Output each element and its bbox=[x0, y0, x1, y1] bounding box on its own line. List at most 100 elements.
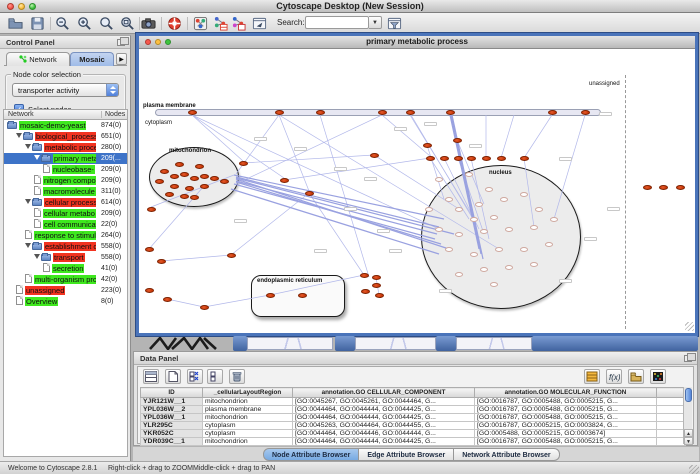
background-window-preview[interactable] bbox=[247, 337, 333, 350]
table-cell[interactable]: YJR121W__1 bbox=[141, 398, 203, 406]
network-node-selected[interactable] bbox=[170, 184, 179, 189]
tree-row[interactable]: cell communicat22(0) bbox=[4, 219, 127, 230]
network-node-selected[interactable] bbox=[180, 194, 189, 199]
network-node-selected[interactable] bbox=[643, 185, 652, 190]
network-node[interactable] bbox=[435, 227, 443, 232]
open-session-icon[interactable] bbox=[7, 15, 24, 32]
table-cell[interactable] bbox=[657, 422, 686, 430]
table-row[interactable]: YPL036W__2plasma membrane[GO:0044464, GO… bbox=[141, 406, 686, 414]
network-node[interactable] bbox=[490, 282, 498, 287]
network-node-selected[interactable] bbox=[453, 138, 462, 143]
table-cell[interactable] bbox=[657, 430, 686, 438]
network-node-selected[interactable] bbox=[170, 174, 179, 179]
table-cell[interactable]: cytoplasm bbox=[203, 430, 293, 438]
network-node-selected[interactable] bbox=[467, 156, 476, 161]
network-node[interactable] bbox=[530, 262, 538, 267]
network-node-selected[interactable] bbox=[659, 185, 668, 190]
zoom-out-icon[interactable] bbox=[54, 15, 71, 32]
expand-arrow-icon[interactable] bbox=[34, 155, 40, 160]
network-node-selected[interactable] bbox=[227, 253, 236, 258]
tree-row[interactable]: transport558(0) bbox=[4, 252, 127, 263]
network-copy-icon[interactable] bbox=[230, 15, 247, 32]
network-node[interactable] bbox=[535, 207, 543, 212]
table-row[interactable]: YDR039C__1mitochondrion[GO:0044464, GO:0… bbox=[141, 438, 686, 446]
network-node[interactable] bbox=[495, 247, 503, 252]
network-node-selected[interactable] bbox=[298, 293, 307, 298]
network-node-selected[interactable] bbox=[372, 275, 381, 280]
table-cell[interactable]: plasma membrane bbox=[203, 406, 293, 414]
network-node-selected[interactable] bbox=[454, 156, 463, 161]
tree-row[interactable]: unassigned223(0) bbox=[4, 285, 127, 296]
network-node[interactable] bbox=[520, 192, 528, 197]
table-cell[interactable]: [GO:0016787, GO:0005488, GO:0005215, G..… bbox=[475, 398, 657, 406]
tree-row[interactable]: nucleobase-209(0) bbox=[4, 164, 127, 175]
table-cell[interactable]: [GO:0044464, GO:0044444, GO:0044425, G..… bbox=[293, 414, 475, 422]
tree-row[interactable]: Overview8(0) bbox=[4, 296, 127, 307]
zoom-selected-region-icon[interactable] bbox=[98, 15, 115, 32]
network-node[interactable] bbox=[455, 272, 463, 277]
scroll-up-button[interactable]: ▲ bbox=[684, 429, 693, 437]
network-node-selected[interactable] bbox=[157, 259, 166, 264]
network-node-selected[interactable] bbox=[305, 191, 314, 196]
tree-row[interactable]: cellular metabo209(0) bbox=[4, 208, 127, 219]
table-cell[interactable]: YPL036W__2 bbox=[141, 406, 203, 414]
advanced-search-icon[interactable] bbox=[386, 15, 403, 32]
network-node-selected[interactable] bbox=[497, 156, 506, 161]
network-node-selected[interactable] bbox=[155, 179, 164, 184]
network-node[interactable] bbox=[485, 187, 493, 192]
network-node-selected[interactable] bbox=[163, 297, 172, 302]
tree-row[interactable]: macromolecule311(0) bbox=[4, 186, 127, 197]
table-row[interactable]: YLR295Ccytoplasm[GO:0045263, GO:0044464,… bbox=[141, 422, 686, 430]
table-cell[interactable]: cytoplasm bbox=[203, 422, 293, 430]
table-cell[interactable]: YPL036W__1 bbox=[141, 414, 203, 422]
expand-arrow-icon[interactable] bbox=[25, 144, 31, 149]
tab-network-attribute-browser[interactable]: Network Attribute Browser bbox=[454, 448, 559, 461]
help-icon[interactable] bbox=[166, 15, 183, 32]
network-node-selected[interactable] bbox=[370, 153, 379, 158]
network-node-selected[interactable] bbox=[440, 156, 449, 161]
network-window-titlebar[interactable]: primary metabolic process bbox=[139, 36, 695, 49]
network-node-selected[interactable] bbox=[361, 289, 370, 294]
tree-row[interactable]: cellular process614(0) bbox=[4, 197, 127, 208]
table-cell[interactable] bbox=[657, 398, 686, 406]
network-node-selected[interactable] bbox=[676, 185, 685, 190]
network-node-selected[interactable] bbox=[188, 110, 197, 115]
table-column-header[interactable]: ID bbox=[141, 388, 203, 398]
network-node-selected[interactable] bbox=[160, 169, 169, 174]
table-row[interactable]: YJR121W__1mitochondrion[GO:0045267, GO:0… bbox=[141, 398, 686, 406]
network-node-selected[interactable] bbox=[200, 305, 209, 310]
zoom-fit-icon[interactable] bbox=[119, 15, 136, 32]
background-window-preview[interactable] bbox=[456, 337, 532, 350]
table-row[interactable]: YPL036W__1mitochondrion[GO:0044464, GO:0… bbox=[141, 414, 686, 422]
table-cell[interactable]: [GO:0044464, GO:0044444, GO:0044425, G..… bbox=[293, 438, 475, 446]
table-cell[interactable]: YLR295C bbox=[141, 422, 203, 430]
network-node[interactable] bbox=[520, 247, 528, 252]
tab-network[interactable]: Network bbox=[6, 52, 70, 66]
network-node-selected[interactable] bbox=[165, 192, 174, 197]
network-node-selected[interactable] bbox=[316, 110, 325, 115]
network-node[interactable] bbox=[445, 197, 453, 202]
tree-row[interactable]: primary metabo209(... bbox=[4, 153, 127, 164]
zoom-in-icon[interactable] bbox=[76, 15, 93, 32]
network-node[interactable] bbox=[480, 229, 488, 234]
network-node-selected[interactable] bbox=[520, 156, 529, 161]
function-builder-icon[interactable]: f(x) bbox=[606, 369, 622, 384]
network-node[interactable] bbox=[480, 267, 488, 272]
network-node-selected[interactable] bbox=[482, 156, 491, 161]
tab-node-attribute-browser[interactable]: Node Attribute Browser bbox=[263, 448, 359, 461]
table-cell[interactable]: [GO:0016787, GO:0005488, GO:0005215, G..… bbox=[475, 406, 657, 414]
background-window-preview[interactable] bbox=[355, 337, 436, 350]
network-node-selected[interactable] bbox=[372, 283, 381, 288]
network-node[interactable] bbox=[505, 265, 513, 270]
background-window-edge[interactable] bbox=[532, 336, 698, 351]
network-node-selected[interactable] bbox=[145, 247, 154, 252]
table-column-header[interactable]: annotation.GO CELLULAR_COMPONENT bbox=[293, 388, 475, 398]
table-cell[interactable]: [GO:0016787, GO:0005488, GO:0005215, G..… bbox=[475, 414, 657, 422]
network-node-selected[interactable] bbox=[375, 293, 384, 298]
network-node-selected[interactable] bbox=[239, 161, 248, 166]
network-node-selected[interactable] bbox=[200, 184, 209, 189]
table-column-header[interactable]: annotation.GO MOLECULAR_FUNCTION bbox=[475, 388, 657, 398]
network-node[interactable] bbox=[435, 177, 443, 182]
network-node-selected[interactable] bbox=[190, 195, 199, 200]
network-node-selected[interactable] bbox=[406, 110, 415, 115]
